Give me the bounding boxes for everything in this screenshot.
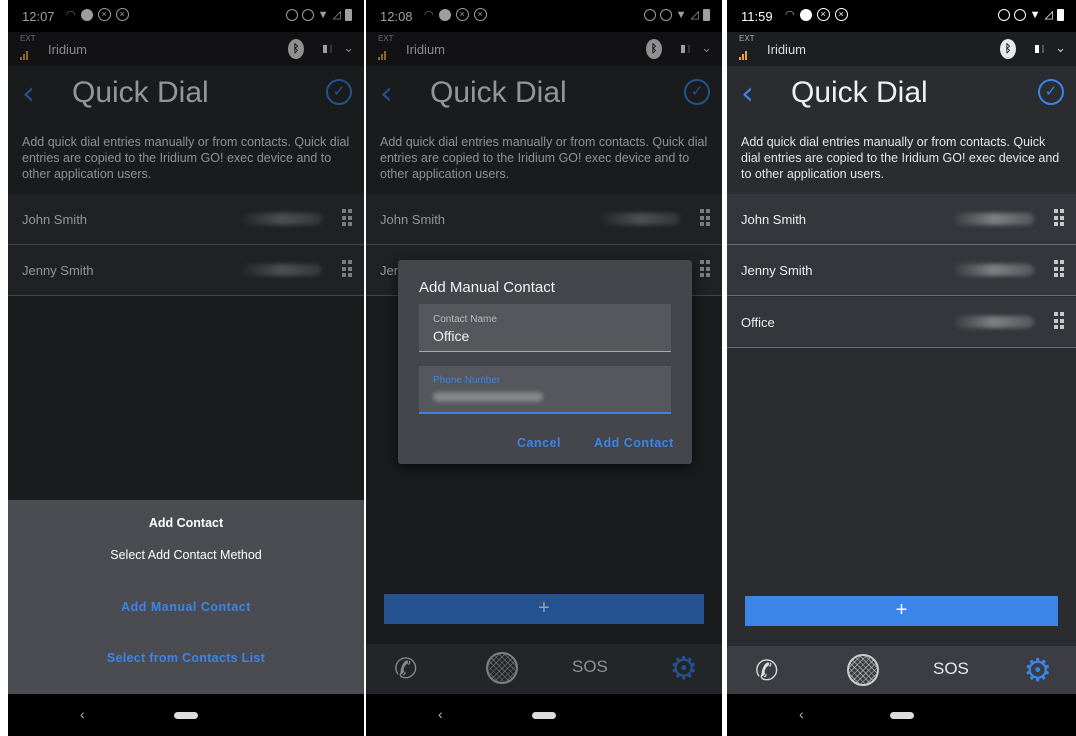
chevron-down-icon[interactable]: ⌄	[1055, 40, 1066, 56]
add-entry-button[interactable]: +	[745, 596, 1058, 626]
bluetooth-icon: ᛒ	[1000, 39, 1016, 59]
system-home-pill[interactable]	[889, 712, 914, 719]
entry-name: Office	[741, 315, 775, 330]
blocked-icon: ×	[816, 8, 830, 21]
title-bar: ‹ Quick Dial ✓	[727, 66, 1076, 122]
contact-name-value: Office	[433, 328, 470, 344]
phone-screen-add-contact-sheet: 12:07 ◠ × × ▼ ◿ EXT Iridium ᛒ ⌄ ‹ Quick …	[8, 0, 364, 736]
check-circle-icon[interactable]: ✓	[1038, 79, 1064, 105]
sync-icon	[997, 8, 1010, 21]
bottom-nav: ✆ SOS ⚙	[727, 646, 1076, 696]
quick-dial-entry[interactable]: Office	[727, 297, 1076, 348]
entry-name: Jenny Smith	[741, 263, 813, 278]
system-home-pill[interactable]	[532, 712, 556, 719]
quick-dial-entry[interactable]: John Smith	[727, 194, 1076, 245]
cancel-button[interactable]: Cancel	[517, 436, 561, 450]
drag-handle-icon[interactable]	[1054, 209, 1064, 227]
blocked-icon: ×	[834, 8, 848, 21]
add-contact-button[interactable]: Add Contact	[594, 436, 674, 450]
system-back-icon[interactable]: ‹	[438, 706, 443, 722]
contact-name-label: Contact Name	[433, 314, 497, 325]
network-tag: EXT	[739, 34, 755, 43]
wifi-icon: ▼	[1029, 8, 1041, 21]
add-manual-contact-option[interactable]: Add Manual Contact	[8, 600, 364, 614]
drag-handle-icon[interactable]	[1054, 260, 1064, 278]
dialog-title: Add Manual Contact	[419, 279, 555, 296]
select-from-contacts-option[interactable]: Select from Contacts List	[8, 651, 364, 665]
entry-name: John Smith	[741, 212, 807, 227]
dnd-icon	[1013, 8, 1026, 21]
sheet-subtitle: Select Add Contact Method	[110, 548, 262, 562]
status-time: 11:59	[741, 9, 773, 24]
system-nav-bar: ‹	[8, 694, 364, 736]
description-text: Add quick dial entries manually or from …	[741, 135, 1060, 181]
phone-number-label: Phone Number	[433, 375, 501, 386]
gear-icon[interactable]: ⚙	[1023, 651, 1052, 689]
network-name: Iridium	[767, 42, 807, 57]
battery-icon	[1057, 8, 1064, 21]
system-home-pill[interactable]	[174, 712, 198, 719]
globe-icon[interactable]	[847, 654, 879, 686]
system-back-icon[interactable]: ‹	[80, 706, 85, 722]
hotspot-icon: ◠	[785, 9, 795, 21]
system-nav-bar: ‹	[727, 694, 1076, 736]
page-title: Quick Dial	[791, 76, 928, 109]
system-back-icon[interactable]: ‹	[799, 706, 804, 722]
cell-signal-icon: ◿	[1044, 9, 1053, 21]
device-connection-bar[interactable]: EXT Iridium ᛒ ⌄	[727, 32, 1076, 66]
phone-number-value-blurred	[433, 392, 543, 402]
entry-number-blurred	[954, 264, 1034, 276]
sos-button[interactable]: SOS	[933, 659, 969, 679]
signal-strength-icon	[739, 51, 749, 60]
drag-handle-icon[interactable]	[1054, 312, 1064, 330]
quick-dial-entry[interactable]: Jenny Smith	[727, 245, 1076, 296]
record-icon	[799, 8, 812, 21]
phone-number-field[interactable]: Phone Number	[419, 366, 671, 414]
status-bar: 11:59 ◠ × × ▼ ◿	[727, 0, 1076, 32]
contact-name-field[interactable]: Contact Name Office	[419, 304, 671, 352]
add-manual-contact-dialog: Add Manual Contact Contact Name Office P…	[398, 260, 692, 464]
add-contact-sheet: Add Contact Select Add Contact Method Ad…	[8, 500, 364, 694]
phone-icon[interactable]: ✆	[755, 654, 778, 687]
phone-screen-manual-contact-dialog: 12:08 ◠ × × ▼ ◿ EXT Iridium ᛒ ⌄ ‹ Quick …	[366, 0, 722, 736]
entry-number-blurred	[954, 316, 1034, 328]
entry-number-blurred	[954, 213, 1034, 225]
system-nav-bar: ‹	[366, 694, 722, 736]
phone-screen-quick-dial-list: 11:59 ◠ × × ▼ ◿ EXT Iridium ᛒ ⌄ ‹ Quick …	[727, 0, 1076, 736]
sheet-title: Add Contact	[148, 516, 224, 530]
back-chevron-icon[interactable]: ‹	[741, 74, 754, 112]
connection-bars-icon	[1035, 45, 1044, 53]
